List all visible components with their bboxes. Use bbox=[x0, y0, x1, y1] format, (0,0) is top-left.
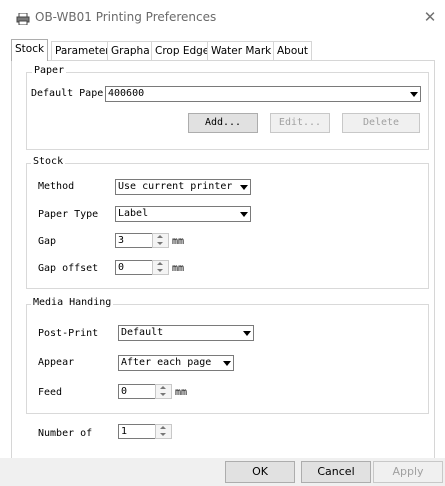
chevron-down-icon bbox=[240, 326, 253, 340]
media-legend: Media Handing bbox=[31, 297, 114, 308]
appear-label: Appear bbox=[38, 357, 75, 368]
tab-water-mark[interactable]: Water Mark bbox=[207, 41, 276, 60]
gap-offset-input[interactable]: 0 bbox=[115, 260, 153, 275]
chevron-down-icon bbox=[237, 207, 250, 221]
feed-spinner[interactable] bbox=[155, 384, 172, 399]
paper-type-select[interactable]: Label bbox=[115, 206, 251, 222]
feed-input[interactable]: 0 bbox=[118, 384, 156, 399]
post-print-select[interactable]: Default bbox=[118, 325, 254, 341]
post-print-label: Post-Print bbox=[38, 328, 99, 339]
paper-group bbox=[26, 72, 429, 150]
printer-icon bbox=[16, 12, 30, 26]
delete-button[interactable]: Delete bbox=[342, 113, 420, 133]
feed-label: Feed bbox=[38, 387, 63, 398]
apply-button[interactable]: Apply bbox=[373, 461, 443, 483]
title-bar: OB-WB01 Printing Preferences ✕ bbox=[0, 0, 445, 34]
tab-about[interactable]: About bbox=[273, 41, 313, 60]
number-of-label: Number of bbox=[38, 428, 93, 439]
default-paper-select[interactable]: 400600 bbox=[105, 86, 421, 102]
stock-legend: Stock bbox=[31, 156, 66, 167]
chevron-down-icon bbox=[220, 356, 233, 370]
gap-offset-spinner[interactable] bbox=[152, 260, 169, 275]
window-title: OB-WB01 Printing Preferences bbox=[35, 10, 217, 24]
close-icon[interactable]: ✕ bbox=[422, 9, 438, 25]
tab-grapha[interactable]: Grapha bbox=[107, 41, 154, 60]
number-of-spinner[interactable] bbox=[155, 424, 172, 439]
appear-select[interactable]: After each page bbox=[118, 355, 234, 371]
gap-label: Gap bbox=[38, 236, 57, 247]
gap-spinner[interactable] bbox=[152, 233, 169, 248]
default-paper-label: Default Paper bbox=[31, 88, 110, 99]
number-of-input[interactable]: 1 bbox=[118, 424, 156, 439]
tab-stock[interactable]: Stock bbox=[11, 39, 49, 61]
gap-unit: mm bbox=[172, 236, 185, 247]
gap-offset-label: Gap offset bbox=[38, 263, 99, 274]
add-button[interactable]: Add... bbox=[188, 113, 258, 133]
ok-button[interactable]: OK bbox=[225, 461, 295, 483]
cancel-button[interactable]: Cancel bbox=[301, 461, 371, 483]
gap-offset-unit: mm bbox=[172, 263, 185, 274]
edit-button[interactable]: Edit... bbox=[270, 113, 330, 133]
chevron-down-icon bbox=[407, 87, 420, 101]
chevron-down-icon bbox=[237, 180, 250, 194]
gap-input[interactable]: 3 bbox=[115, 233, 153, 248]
tab-crop-edge[interactable]: Crop Edge bbox=[151, 41, 214, 60]
paper-type-label: Paper Type bbox=[38, 209, 99, 220]
paper-legend: Paper bbox=[32, 65, 67, 76]
method-select[interactable]: Use current printer s bbox=[115, 179, 251, 195]
method-label: Method bbox=[38, 181, 75, 192]
feed-unit: mm bbox=[175, 387, 188, 398]
